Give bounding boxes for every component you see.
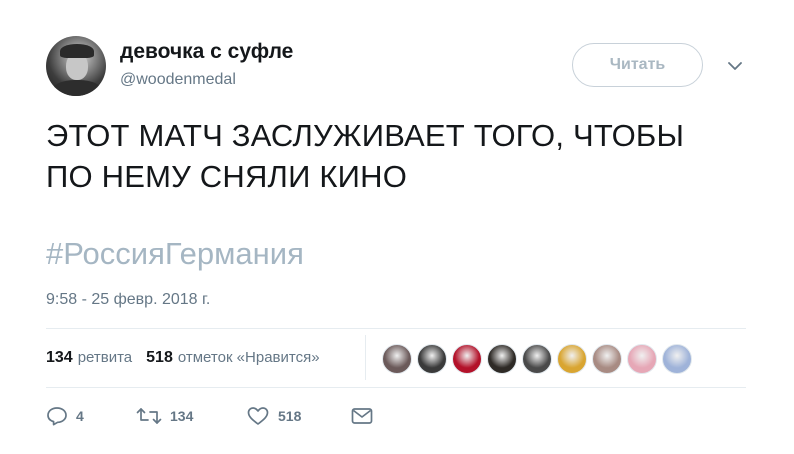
more-options-button[interactable] — [724, 56, 746, 76]
likers-avatars — [382, 344, 697, 374]
likes-label: отметок «Нравится» — [177, 349, 320, 366]
liker-avatar[interactable] — [452, 344, 482, 374]
follow-button[interactable]: Читать — [572, 43, 703, 87]
stats-separator — [365, 335, 366, 380]
liker-avatar[interactable] — [417, 344, 447, 374]
retweets-stat[interactable]: 134 ретвита — [46, 349, 132, 367]
like-count: 518 — [278, 408, 302, 424]
tweet-text: ЭТОТ МАТЧ ЗАСЛУЖИВАЕТ ТОГО, ЧТОБЫ ПО НЕМ… — [46, 118, 685, 194]
likes-count: 518 — [146, 349, 173, 366]
avatar[interactable] — [46, 36, 106, 96]
retweet-count: 134 — [170, 408, 194, 424]
liker-avatar[interactable] — [522, 344, 552, 374]
retweets-count: 134 — [46, 349, 73, 366]
liker-avatar[interactable] — [557, 344, 587, 374]
liker-avatar[interactable] — [592, 344, 622, 374]
avatar-figure-hat — [60, 44, 94, 58]
tweet-card: девочка с суфле @woodenmedal Читать ЭТОТ… — [0, 0, 794, 454]
reply-icon — [47, 407, 67, 426]
tweet-stats: 134 ретвита 518 отметок «Нравится» — [46, 345, 334, 371]
avatar-figure-body — [52, 80, 102, 96]
chevron-down-icon — [728, 61, 742, 70]
heart-icon — [247, 407, 269, 425]
like-button[interactable]: 518 — [246, 406, 350, 426]
retweets-label: ретвита — [77, 349, 133, 366]
reply-count: 4 — [76, 408, 84, 424]
direct-message-button[interactable] — [350, 406, 374, 426]
liker-avatar[interactable] — [627, 344, 657, 374]
tweet-actions: 4 134 518 — [46, 402, 374, 430]
divider-bottom — [46, 387, 746, 388]
liker-avatar[interactable] — [382, 344, 412, 374]
hashtag-link[interactable]: #РоссияГермания — [46, 236, 304, 272]
liker-avatar[interactable] — [487, 344, 517, 374]
retweet-icon — [136, 408, 162, 424]
envelope-icon — [351, 408, 373, 424]
retweet-button[interactable]: 134 — [136, 406, 246, 426]
tweet-timestamp[interactable]: 9:58 - 25 февр. 2018 г. — [46, 291, 210, 309]
divider-top — [46, 328, 746, 329]
user-handle[interactable]: @woodenmedal — [120, 71, 236, 89]
display-name[interactable]: девочка с суфле — [120, 40, 293, 64]
reply-button[interactable]: 4 — [46, 406, 136, 426]
liker-avatar[interactable] — [662, 344, 692, 374]
likes-stat[interactable]: 518 отметок «Нравится» — [146, 349, 319, 367]
